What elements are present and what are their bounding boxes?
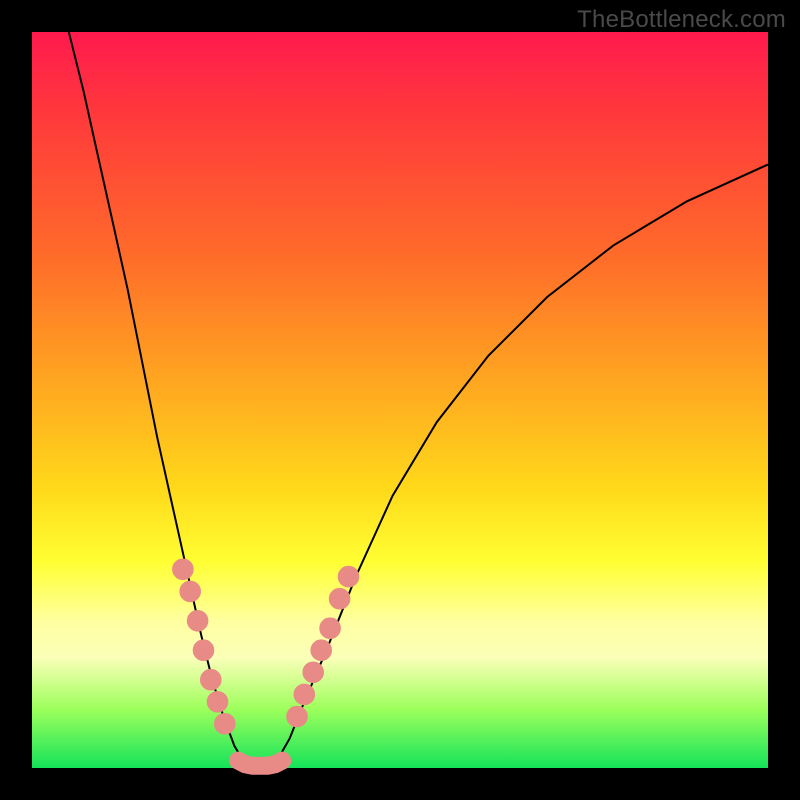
highlight-dot xyxy=(215,714,236,735)
highlight-dot xyxy=(320,618,341,639)
highlight-dot xyxy=(329,588,350,609)
highlight-dot xyxy=(303,662,324,683)
highlight-dots-right xyxy=(287,566,359,727)
highlight-dot xyxy=(207,692,228,713)
watermark-text: TheBottleneck.com xyxy=(577,6,786,34)
highlight-dot xyxy=(294,684,315,705)
highlight-dot xyxy=(311,640,332,661)
highlight-dot xyxy=(201,669,222,690)
valley-highlight xyxy=(238,761,282,766)
highlight-dot xyxy=(193,640,214,661)
chart-svg xyxy=(32,32,768,768)
highlight-dots-left xyxy=(173,559,236,734)
plot-area xyxy=(32,32,768,768)
outer-frame: TheBottleneck.com xyxy=(0,0,800,800)
right-curve xyxy=(275,165,768,765)
left-curve xyxy=(69,32,246,764)
highlight-dot xyxy=(287,706,308,727)
highlight-dot xyxy=(180,581,201,602)
highlight-dot xyxy=(173,559,194,580)
highlight-dot xyxy=(187,611,208,632)
highlight-dot xyxy=(338,566,359,587)
